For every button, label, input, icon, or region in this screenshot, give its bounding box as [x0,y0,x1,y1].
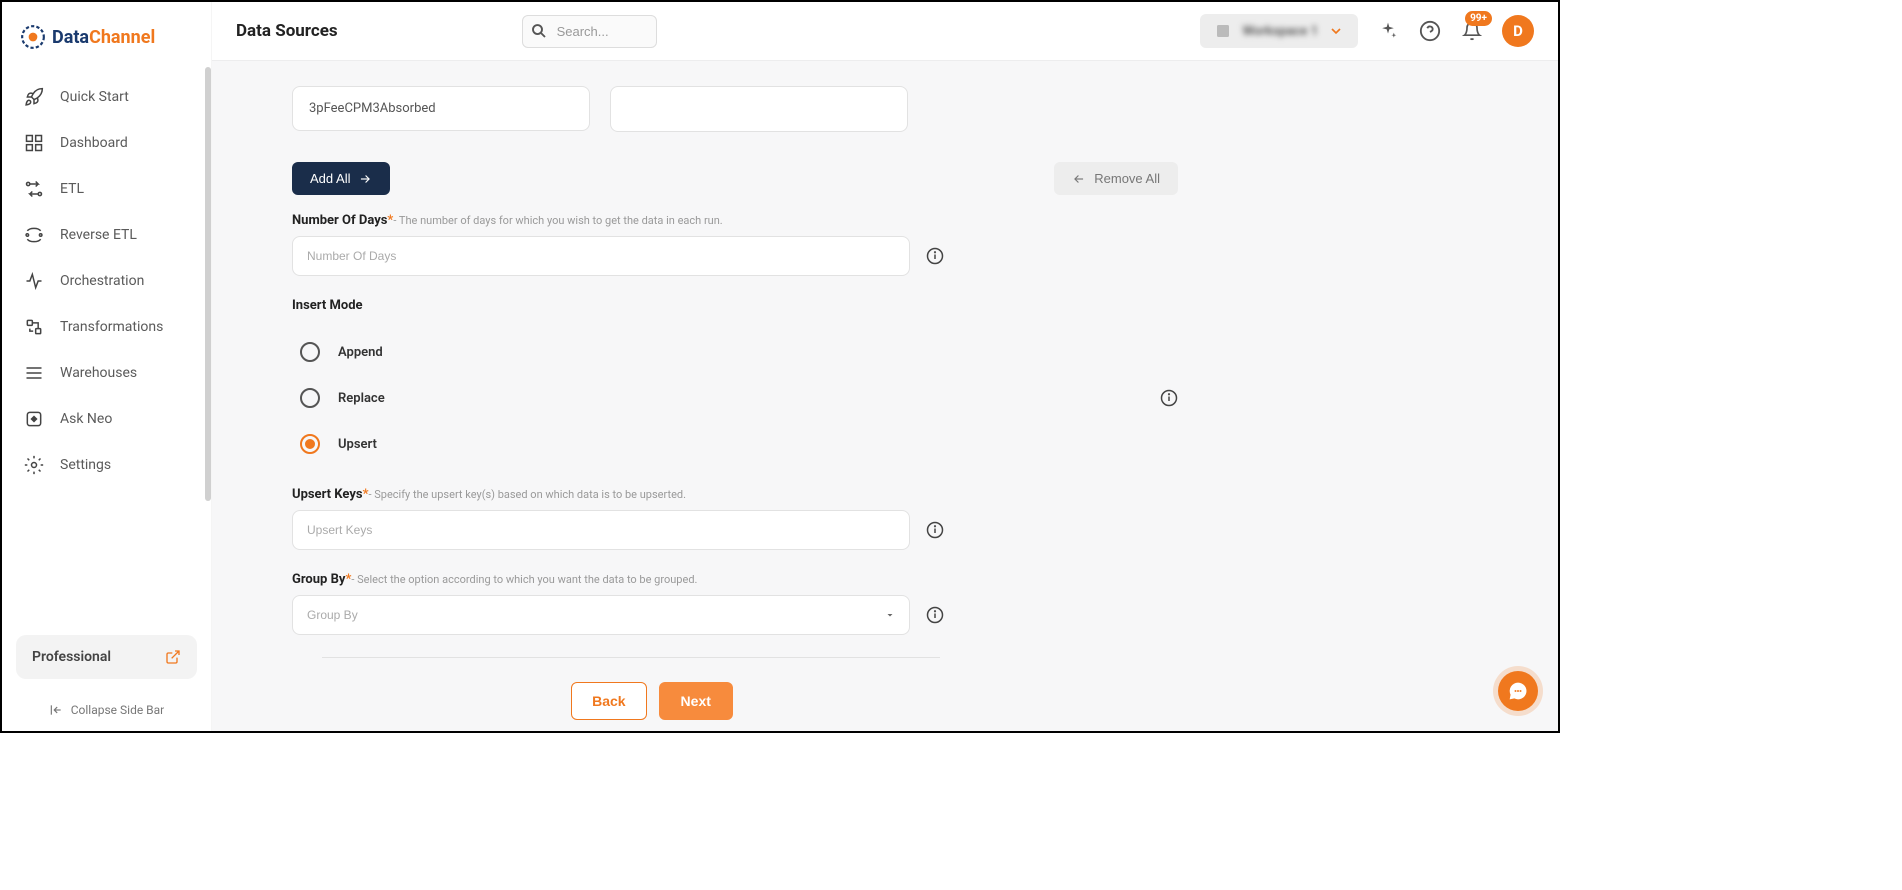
sidebar-item-quick-start[interactable]: Quick Start [10,74,203,120]
sidebar-label: Warehouses [60,365,137,381]
add-all-button[interactable]: Add All [292,162,390,195]
sidebar-label: Orchestration [60,273,144,289]
dashboard-icon [24,133,44,153]
target-field-box[interactable] [610,86,908,132]
avatar[interactable]: D [1502,15,1534,47]
collapse-icon [49,703,63,717]
sidebar-item-orchestration[interactable]: Orchestration [10,258,203,304]
sidebar-label: ETL [60,181,84,197]
workspace-icon [1214,22,1232,40]
sparkle-icon [1378,21,1398,41]
group-by-select[interactable] [292,595,910,635]
sidebar-item-warehouses[interactable]: Warehouses [10,350,203,396]
sidebar-item-transformations[interactable]: Transformations [10,304,203,350]
sidebar-label: Settings [60,457,111,473]
external-link-icon [165,649,181,665]
gear-icon [24,455,44,475]
info-icon[interactable] [926,521,944,539]
info-icon[interactable] [926,247,944,265]
num-days-input[interactable] [292,236,910,276]
sidebar-label: Dashboard [60,135,128,151]
info-icon[interactable] [926,606,944,624]
sidebar-label: Transformations [60,319,163,335]
collapse-label: Collapse Side Bar [71,703,165,717]
arrow-right-icon [358,172,372,186]
radio-append[interactable]: Append [300,329,385,375]
collapse-sidebar-button[interactable]: Collapse Side Bar [2,689,211,731]
upsert-keys-label: Upsert Keys*- Specify the upsert key(s) … [292,487,1498,502]
workspace-label: Workspace 1 [1242,24,1318,39]
sidebar-item-dashboard[interactable]: Dashboard [10,120,203,166]
orchestration-icon [24,271,44,291]
plan-label: Professional [32,649,111,665]
upsert-keys-input[interactable] [292,510,910,550]
group-by-label: Group By*- Select the option according t… [292,572,1498,587]
sparkle-button[interactable] [1376,19,1400,43]
sidebar-label: Quick Start [60,89,129,105]
page-title: Data Sources [236,21,338,41]
plan-card[interactable]: Professional [16,635,197,679]
topbar: Data Sources Workspace 1 [212,2,1558,60]
logo-text-2: Channel [89,27,155,48]
reverse-etl-icon [24,225,44,245]
sidebar-item-ask-neo[interactable]: Ask Neo [10,396,203,442]
ask-neo-icon [24,409,44,429]
radio-upsert[interactable]: Upsert [300,421,385,467]
radio-icon [300,342,320,362]
search-icon [530,22,548,40]
chat-fab[interactable] [1498,671,1538,711]
sidebar-item-etl[interactable]: ETL [10,166,203,212]
next-button[interactable]: Next [659,682,733,720]
sidebar-item-settings[interactable]: Settings [10,442,203,488]
brand-logo[interactable]: DataChannel [2,2,211,70]
insert-mode-label: Insert Mode [292,298,1498,313]
content-area: 3pFeeCPM3Absorbed Add All Remove All Num… [212,60,1558,731]
logo-icon [20,24,46,50]
help-icon [1419,20,1441,42]
transformations-icon [24,317,44,337]
help-button[interactable] [1418,19,1442,43]
sidebar-scrollbar[interactable] [205,67,211,501]
info-icon[interactable] [1160,389,1178,407]
chevron-down-icon [1328,23,1344,39]
sidebar-item-reverse-etl[interactable]: Reverse ETL [10,212,203,258]
warehouse-icon [24,363,44,383]
sidebar: DataChannel Quick Start Dashboard ETL Re… [2,2,212,731]
radio-replace[interactable]: Replace [300,375,385,421]
logo-text-1: Data [52,27,89,48]
radio-icon [300,434,320,454]
remove-all-button[interactable]: Remove All [1054,162,1178,195]
sidebar-label: Ask Neo [60,411,112,427]
sidebar-label: Reverse ETL [60,227,137,243]
workspace-selector[interactable]: Workspace 1 [1200,14,1358,48]
chat-icon [1508,681,1528,701]
num-days-label: Number Of Days*- The number of days for … [292,213,1498,228]
etl-icon [24,179,44,199]
radio-icon [300,388,320,408]
source-field-box[interactable]: 3pFeeCPM3Absorbed [292,86,590,131]
notification-badge: 99+ [1465,11,1492,26]
arrow-left-icon [1072,172,1086,186]
notifications-button[interactable]: 99+ [1460,19,1484,43]
rocket-icon [24,87,44,107]
back-button[interactable]: Back [571,682,646,720]
divider [322,657,940,658]
